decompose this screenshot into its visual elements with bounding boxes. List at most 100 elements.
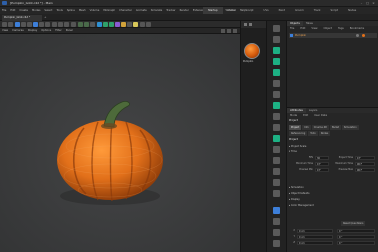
attributes-menu-mode[interactable]: Mode — [287, 113, 300, 118]
project-time-field[interactable]: 0 F — [355, 156, 375, 160]
render-view-icon[interactable] — [78, 22, 83, 27]
max-time-field[interactable]: 90 F — [355, 162, 375, 166]
move-tool-icon[interactable] — [33, 22, 38, 27]
section-project-scale[interactable]: ▸ Project Scale — [289, 145, 306, 149]
attr-button-bullet[interactable]: Bullet — [329, 125, 341, 130]
attr-button-info[interactable]: Info — [302, 125, 311, 130]
transform-icon[interactable] — [273, 80, 280, 87]
layout-tab-sculpt[interactable]: Sculpt — [240, 7, 258, 14]
layout-tab-script[interactable]: Script — [326, 7, 344, 14]
object-row[interactable]: Pumpkin — [289, 33, 377, 38]
close-icon[interactable]: × — [371, 1, 376, 5]
knife-icon[interactable] — [273, 102, 280, 109]
menu-item-spline[interactable]: Spline — [67, 7, 75, 14]
create-material-icon[interactable] — [244, 23, 247, 26]
menu-item-tools[interactable]: Tools — [56, 7, 62, 14]
menu-item-volume[interactable]: Volume — [90, 7, 100, 14]
attr-button-project[interactable]: Project — [289, 125, 302, 130]
grid-icon[interactable] — [273, 229, 280, 236]
coord-rotation-field[interactable]: 0 ° — [337, 235, 375, 239]
section-time[interactable]: ▾ Time — [289, 150, 297, 154]
edit-material-icon[interactable] — [249, 23, 252, 26]
world-coords-icon[interactable] — [71, 22, 76, 27]
attr-button-cinema-4d[interactable]: Cinema 4D — [311, 125, 329, 130]
menu-item-character[interactable]: Character — [119, 7, 132, 14]
layout-tab-paint[interactable]: Paint — [274, 7, 290, 14]
menu-item-tracker[interactable]: Tracker — [166, 7, 175, 14]
min-time-field[interactable]: 0 F — [315, 162, 329, 166]
loop-cut-icon[interactable] — [273, 168, 280, 175]
x-axis-icon[interactable] — [52, 22, 57, 27]
layout-tab-uvs[interactable]: UVs — [259, 7, 274, 14]
cursor-icon[interactable] — [273, 25, 280, 32]
z-axis-icon[interactable] — [64, 22, 69, 27]
camera-icon[interactable] — [127, 22, 132, 27]
point-mode-icon[interactable] — [27, 22, 32, 27]
layout-tab-nodes[interactable]: Nodes — [343, 7, 361, 14]
layout-tab-model[interactable]: Model — [223, 7, 241, 14]
deformer-icon[interactable] — [115, 22, 120, 27]
attr-button-nodes[interactable]: Nodes — [318, 131, 331, 136]
layout-tab-track[interactable]: Track — [309, 7, 326, 14]
objects-menu-tags[interactable]: Tags — [335, 26, 347, 31]
fps-field[interactable]: 30 — [315, 156, 329, 160]
scale-icon[interactable] — [273, 58, 280, 65]
scale-tool-icon[interactable] — [39, 22, 44, 27]
objects-menu-bookmarks[interactable]: Bookmarks — [347, 26, 368, 31]
section-color-management[interactable]: ▸ Color Management — [289, 204, 314, 208]
attributes-menu-user-data[interactable]: User Data — [311, 113, 330, 118]
menu-item-animate[interactable]: Animate — [136, 7, 147, 14]
mesh-mode-icon[interactable] — [21, 22, 26, 27]
menu-item-file[interactable]: File — [2, 7, 6, 14]
attr-button-todo[interactable]: Todo — [308, 131, 318, 136]
reset-quantizers-button[interactable]: Reset Quantizers — [341, 221, 366, 226]
bevel-icon[interactable] — [273, 146, 280, 153]
snapping-icon[interactable] — [273, 190, 280, 197]
material-name[interactable]: Pumpkin — [243, 60, 253, 63]
objects-menu-file[interactable]: File — [287, 26, 297, 31]
viewport-layout-icon[interactable] — [233, 29, 237, 33]
settings-icon[interactable] — [273, 240, 280, 247]
attr-button-referencing[interactable]: Referencing — [289, 131, 308, 136]
material-preview-swatch[interactable] — [244, 43, 260, 59]
menu-item-modes[interactable]: Modes — [32, 7, 40, 14]
preview-min-field[interactable]: 0 F — [315, 168, 329, 172]
undo-icon[interactable] — [2, 22, 7, 27]
weld-icon[interactable] — [273, 179, 280, 186]
menu-item-render[interactable]: Render — [180, 7, 189, 14]
render-settings-icon[interactable] — [90, 22, 95, 27]
lock-icon[interactable] — [273, 218, 280, 225]
layout-tab-startup[interactable]: Startup — [203, 7, 223, 14]
coord-position-field[interactable]: 0 cm — [297, 229, 333, 233]
minimize-icon[interactable]: – — [359, 1, 364, 5]
preview-max-field[interactable]: 90 F — [355, 168, 375, 172]
polygon-pen-icon[interactable] — [273, 124, 280, 131]
objects-menu-object[interactable]: Object — [321, 26, 335, 31]
redo-icon[interactable] — [8, 22, 13, 27]
objects-menu-view[interactable]: View — [308, 26, 320, 31]
coord-rotation-field[interactable]: 0 ° — [337, 229, 375, 233]
generator-icon[interactable] — [109, 22, 114, 27]
menu-item-create[interactable]: Create — [19, 7, 28, 14]
field-icon[interactable] — [121, 22, 126, 27]
visibility-dot-icon[interactable] — [356, 34, 359, 37]
section-display[interactable]: ▸ Display — [289, 198, 300, 202]
3d-viewport[interactable] — [0, 34, 240, 252]
coord-position-field[interactable]: 0 cm — [297, 241, 333, 245]
magnet-icon[interactable] — [273, 113, 280, 120]
spline-pen-icon[interactable] — [103, 22, 108, 27]
light-icon[interactable] — [133, 22, 138, 27]
model-mode-icon[interactable] — [15, 22, 20, 27]
snap-icon[interactable] — [140, 22, 145, 27]
menu-item-select[interactable]: Select — [44, 7, 52, 14]
y-axis-icon[interactable] — [58, 22, 63, 27]
layout-tab-groom[interactable]: Groom — [290, 7, 309, 14]
rotate-icon[interactable] — [273, 69, 280, 76]
attr-button-simulation[interactable]: Simulation — [341, 125, 359, 130]
menu-item-mograph[interactable]: MoGraph — [103, 7, 115, 14]
section-simulation[interactable]: ▸ Simulation — [289, 186, 304, 190]
menu-item-edit[interactable]: Edit — [10, 7, 15, 14]
material-tag-icon[interactable] — [362, 34, 365, 37]
coord-position-field[interactable]: 0 cm — [297, 235, 333, 239]
cube-icon[interactable] — [97, 22, 102, 27]
